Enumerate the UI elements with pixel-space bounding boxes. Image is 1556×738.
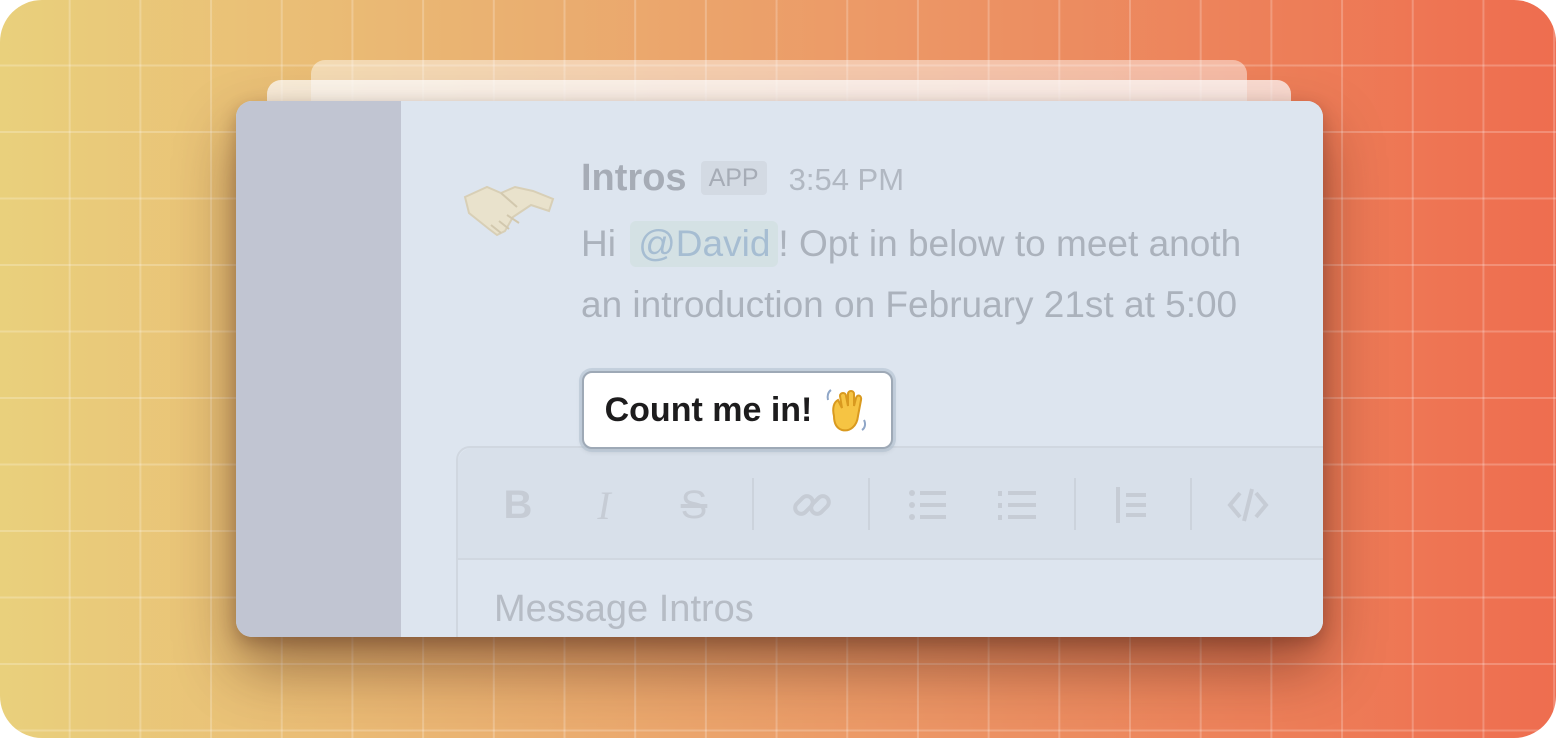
toolbar-divider xyxy=(752,478,754,530)
count-me-in-button[interactable]: Count me in! xyxy=(582,371,893,449)
message-header: Intros APP 3:54 PM xyxy=(581,157,904,200)
code-icon[interactable] xyxy=(1224,481,1272,529)
waving-hand-icon xyxy=(827,389,867,432)
handshake-icon xyxy=(463,185,555,237)
sidebar xyxy=(236,101,401,637)
numbered-list-icon[interactable] xyxy=(992,481,1040,529)
message-text-line-2: an introduction on February 21st at 5:00 xyxy=(581,284,1238,325)
message-composer: B I S xyxy=(456,446,1323,637)
strikethrough-icon[interactable]: S xyxy=(670,481,718,529)
italic-icon[interactable]: I xyxy=(580,481,628,529)
bulleted-list-icon[interactable] xyxy=(902,481,950,529)
message-text-rest: ! Opt in below to meet anoth xyxy=(778,223,1242,264)
toolbar-divider xyxy=(1074,478,1076,530)
bold-icon[interactable]: B xyxy=(494,481,542,529)
blockquote-icon[interactable] xyxy=(1106,481,1154,529)
user-mention[interactable]: @David xyxy=(630,221,779,267)
count-me-in-label: Count me in! xyxy=(604,390,813,429)
toolbar-divider xyxy=(868,478,870,530)
link-icon[interactable] xyxy=(788,481,836,529)
formatting-toolbar: B I S xyxy=(458,448,1323,560)
message-input[interactable] xyxy=(494,588,1194,631)
chat-window: Intros APP 3:54 PM Hi @David! Opt in bel… xyxy=(236,101,1323,637)
message-timestamp[interactable]: 3:54 PM xyxy=(789,162,904,198)
message-text-line-1: Hi @David! Opt in below to meet anoth xyxy=(581,221,1241,267)
app-badge: APP xyxy=(700,161,767,195)
greeting-text: Hi xyxy=(581,223,616,264)
toolbar-divider xyxy=(1190,478,1192,530)
sender-name[interactable]: Intros xyxy=(581,157,687,200)
